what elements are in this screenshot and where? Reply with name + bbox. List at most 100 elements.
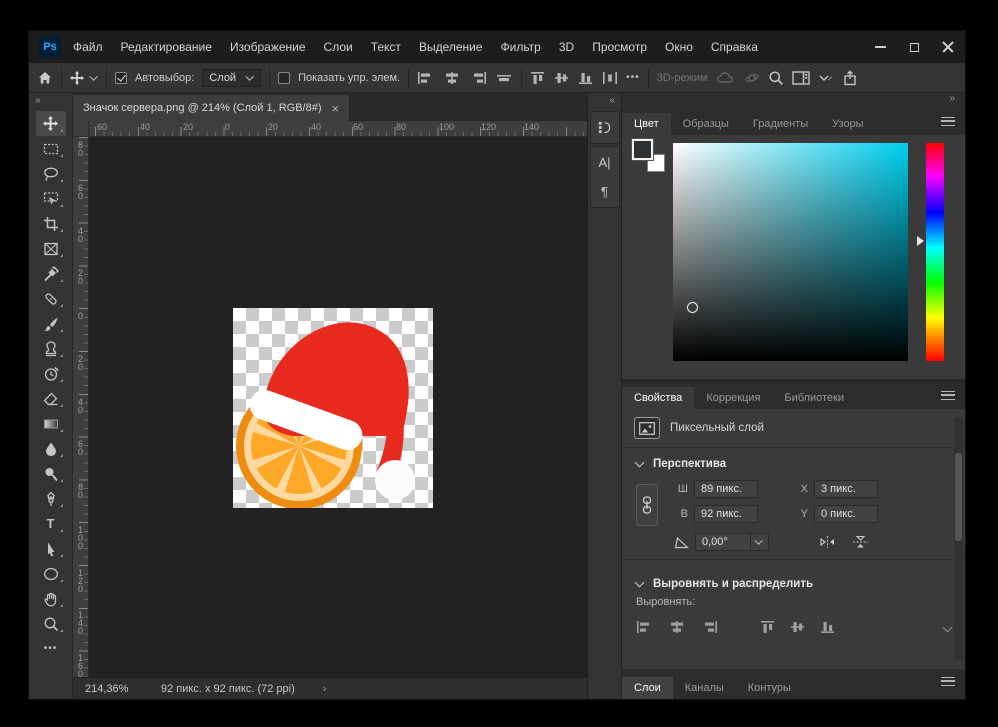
history-panel-button[interactable]: [590, 111, 620, 144]
more-options-icon[interactable]: •••: [626, 72, 640, 83]
menu-view[interactable]: Просмотр: [592, 40, 647, 54]
align-right-button[interactable]: [469, 71, 487, 85]
menu-window[interactable]: Окно: [665, 40, 693, 54]
properties-scrollbar[interactable]: [954, 417, 963, 661]
tool-eraser[interactable]: [36, 386, 66, 411]
tool-rectangular-marquee[interactable]: [36, 136, 66, 161]
hue-slider-arrow[interactable]: [917, 236, 924, 246]
menu-3d[interactable]: 3D: [559, 40, 574, 54]
tab-layers[interactable]: Слои: [622, 677, 673, 699]
align-row-chevron-icon[interactable]: [943, 623, 953, 633]
scrollbar-thumb[interactable]: [955, 453, 962, 541]
menu-type[interactable]: Текст: [371, 40, 401, 54]
autoselect-checkbox[interactable]: [115, 72, 127, 84]
color-panel-menu-icon[interactable]: [941, 117, 955, 126]
tool-ellipse-shape[interactable]: [36, 561, 66, 586]
tab-paths[interactable]: Контуры: [736, 677, 803, 699]
tab-patterns[interactable]: Узоры: [820, 113, 875, 135]
tool-clone-stamp[interactable]: [36, 336, 66, 361]
tab-channels[interactable]: Каналы: [673, 677, 736, 699]
align-center-horizontal-button[interactable]: [443, 71, 461, 85]
toolbar-collapse-icon[interactable]: »: [29, 93, 72, 111]
constrain-proportions-button[interactable]: [636, 484, 658, 526]
dropdown-chevron-icon[interactable]: [750, 534, 768, 550]
tool-lasso[interactable]: [36, 161, 66, 186]
document-canvas[interactable]: [233, 308, 433, 508]
arrange-documents-icon[interactable]: [818, 71, 834, 85]
character-panel-button[interactable]: A|: [598, 155, 610, 170]
home-button[interactable]: [37, 70, 53, 86]
align-bottom-button[interactable]: [578, 71, 594, 85]
tab-gradients[interactable]: Градиенты: [741, 113, 820, 135]
tool-object-selection[interactable]: [36, 186, 66, 211]
document-tab-close-icon[interactable]: ×: [332, 101, 340, 116]
vertical-ruler[interactable]: 80 60 40 20 0 20 40 60 80 100 120 140 16…: [73, 137, 89, 677]
tool-type[interactable]: T: [36, 511, 66, 536]
tool-history-brush[interactable]: [36, 361, 66, 386]
move-tool-preset[interactable]: [70, 71, 84, 85]
color-field-marker[interactable]: [687, 302, 698, 313]
tab-properties[interactable]: Свойства: [622, 387, 694, 409]
toolbar-more-icon[interactable]: •••: [36, 636, 66, 661]
tool-frame[interactable]: [36, 236, 66, 261]
transform-section-header[interactable]: Перспектива: [622, 448, 965, 474]
zoom-level-field[interactable]: 214,36%: [85, 683, 149, 695]
align-bottom-button[interactable]: [820, 620, 836, 634]
tool-crop[interactable]: [36, 211, 66, 236]
layers-panel-menu-icon[interactable]: [941, 677, 955, 686]
y-field[interactable]: 0 пикс.: [814, 505, 878, 523]
tool-eyedropper[interactable]: [36, 261, 66, 286]
align-left-button[interactable]: [417, 71, 435, 85]
horizontal-ruler[interactable]: 60 40 20 0 20 40 60 80 100 120 140: [89, 121, 587, 136]
align-top-button[interactable]: [530, 71, 546, 85]
align-top-button[interactable]: [760, 620, 776, 634]
panel-strip-expand-icon[interactable]: «: [588, 93, 621, 109]
tool-path-selection[interactable]: [36, 536, 66, 561]
width-field[interactable]: 89 пикс.: [694, 480, 758, 498]
tab-color[interactable]: Цвет: [622, 113, 671, 135]
autoselect-target-dropdown[interactable]: Слой: [202, 69, 261, 87]
paragraph-panel-button[interactable]: ¶: [601, 184, 608, 199]
share-icon[interactable]: [842, 70, 858, 86]
preset-chevron-icon[interactable]: [89, 72, 97, 80]
tab-libraries[interactable]: Библиотеки: [772, 387, 856, 409]
canvas-pasteboard[interactable]: [89, 137, 587, 677]
panel-dock-collapse-icon[interactable]: »: [622, 93, 965, 109]
hue-slider[interactable]: [926, 143, 944, 361]
maximize-button[interactable]: [897, 31, 931, 63]
align-center-button[interactable]: [495, 71, 513, 85]
tab-adjustments[interactable]: Коррекция: [694, 387, 772, 409]
tab-swatches[interactable]: Образцы: [671, 113, 741, 135]
ruler-corner[interactable]: [73, 121, 89, 136]
minimize-button[interactable]: [863, 31, 897, 63]
menu-layers[interactable]: Слои: [324, 40, 353, 54]
tool-dodge[interactable]: [36, 461, 66, 486]
tool-zoom[interactable]: [36, 611, 66, 636]
search-icon[interactable]: [768, 70, 784, 86]
align-section-header[interactable]: Выровнять и распределить: [622, 568, 965, 594]
align-right-button[interactable]: [700, 620, 718, 634]
tool-brush[interactable]: [36, 311, 66, 336]
menu-help[interactable]: Справка: [711, 40, 758, 54]
height-field[interactable]: 92 пикс.: [694, 505, 758, 523]
align-left-button[interactable]: [636, 620, 654, 634]
tool-pen[interactable]: [36, 486, 66, 511]
show-transform-controls-checkbox[interactable]: [278, 72, 290, 84]
tool-gradient[interactable]: [36, 411, 66, 436]
align-middle-button[interactable]: [790, 620, 806, 634]
align-center-horizontal-button[interactable]: [668, 620, 686, 634]
foreground-color-swatch[interactable]: [632, 139, 653, 160]
tool-hand[interactable]: [36, 586, 66, 611]
menu-file[interactable]: Файл: [73, 40, 103, 54]
rotate-angle-dropdown[interactable]: 0,00°: [695, 533, 769, 551]
status-chevron-icon[interactable]: ›: [323, 683, 327, 695]
menu-image[interactable]: Изображение: [230, 40, 306, 54]
x-field[interactable]: 3 пикс.: [814, 480, 878, 498]
align-middle-button[interactable]: [554, 71, 570, 85]
distribute-horizontal-button[interactable]: [602, 71, 618, 85]
properties-panel-menu-icon[interactable]: [941, 391, 955, 400]
workspace-switcher-icon[interactable]: [792, 71, 810, 85]
saturation-brightness-field[interactable]: [673, 143, 908, 361]
menu-filter[interactable]: Фильтр: [501, 40, 541, 54]
tool-move[interactable]: [36, 111, 66, 136]
